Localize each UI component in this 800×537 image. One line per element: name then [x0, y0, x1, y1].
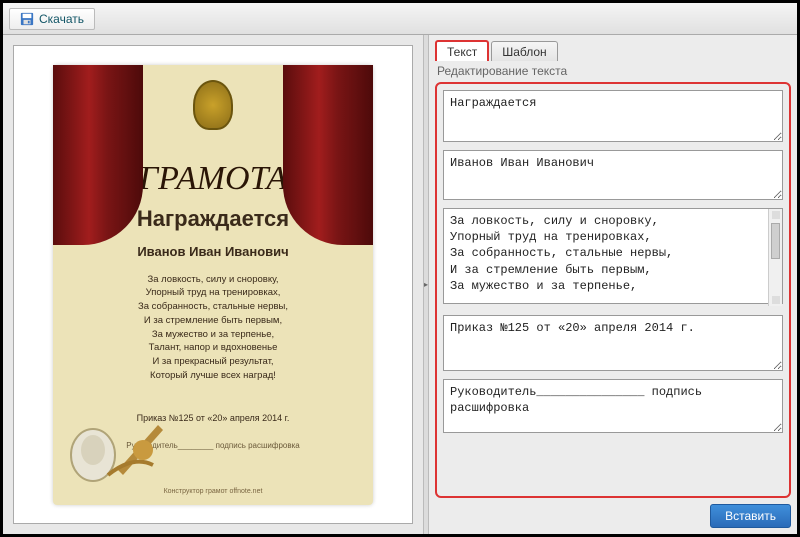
field-recipient[interactable] [443, 150, 783, 200]
scrollbar[interactable] [768, 209, 782, 306]
certificate-recipient: Иванов Иван Иванович [83, 244, 343, 259]
editor-pane: Текст Шаблон Редактирование текста Встав… [429, 35, 797, 534]
field-order[interactable] [443, 315, 783, 371]
field-poem[interactable] [443, 208, 783, 304]
save-icon [20, 12, 34, 26]
insert-button[interactable]: Вставить [710, 504, 791, 528]
curtain-decoration [283, 65, 373, 245]
tab-text[interactable]: Текст [435, 40, 489, 61]
scrollbar-thumb[interactable] [771, 223, 780, 259]
certificate-footer: Конструктор грамот offnote.net [53, 488, 373, 495]
field-poem-wrap [443, 208, 783, 307]
download-label: Скачать [39, 12, 84, 26]
instruments-decoration [63, 395, 183, 485]
theater-mask-icon [193, 80, 233, 130]
certificate-preview: ГРАМОТА Награждается Иванов Иван Иванови… [53, 65, 373, 505]
download-button[interactable]: Скачать [9, 8, 95, 30]
tab-template[interactable]: Шаблон [491, 41, 557, 61]
field-signature[interactable] [443, 379, 783, 433]
actions-bar: Вставить [435, 498, 791, 528]
editor-subheader: Редактирование текста [435, 61, 791, 82]
preview-pane: ГРАМОТА Награждается Иванов Иван Иванови… [13, 45, 413, 524]
field-award[interactable] [443, 90, 783, 142]
toolbar: Скачать [3, 3, 797, 35]
app-window: Скачать ГРАМОТА Награждается Иванов Иван… [0, 0, 800, 537]
text-form [435, 82, 791, 498]
tabs: Текст Шаблон [435, 39, 791, 61]
certificate-poem: За ловкость, силу и сноровку, Упорный тр… [83, 273, 343, 383]
curtain-decoration [53, 65, 143, 245]
main-area: ГРАМОТА Награждается Иванов Иван Иванови… [3, 35, 797, 534]
